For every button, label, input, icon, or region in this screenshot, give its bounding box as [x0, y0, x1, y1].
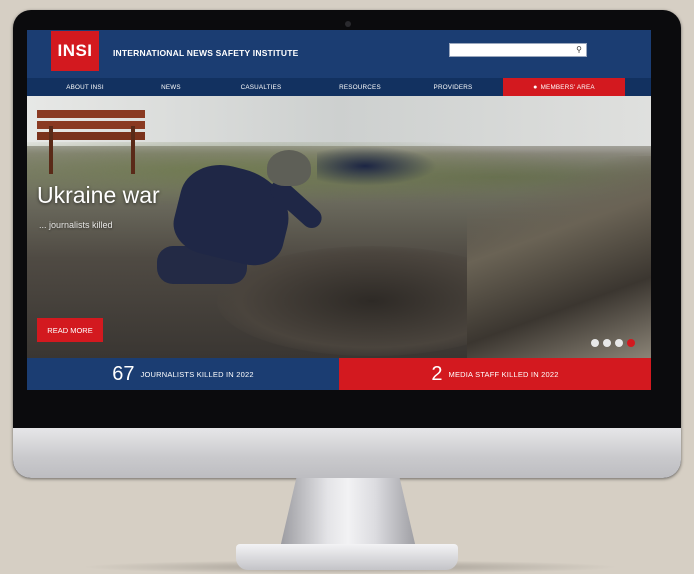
nav-providers[interactable]: PROVIDERS [409, 78, 497, 96]
person-icon: ● [533, 83, 538, 91]
nav-casualties[interactable]: CASUALTIES [211, 78, 311, 96]
stat-label: MEDIA STAFF KILLED IN 2022 [448, 369, 559, 379]
search-icon[interactable]: ⚲ [576, 45, 582, 54]
stat-label: JOURNALISTS KILLED IN 2022 [140, 369, 254, 379]
nav-about[interactable]: ABOUT INSI [39, 78, 131, 96]
hero-photo-wall [27, 96, 651, 146]
stats-bar: 67 JOURNALISTS KILLED IN 2022 2 MEDIA ST… [27, 358, 651, 390]
slider-dot[interactable] [591, 339, 599, 347]
search-box[interactable]: ⚲ [449, 43, 587, 61]
stat-number: 2 [431, 362, 443, 385]
slider-dots [591, 339, 635, 347]
hero-subtitle: ... journalists killed [39, 220, 113, 230]
camera [345, 21, 351, 27]
website-screen: INSI INTERNATIONAL NEWS SAFETY INSTITUTE… [27, 30, 651, 390]
monitor-chin [13, 428, 681, 478]
slider-dot-active[interactable] [627, 339, 635, 347]
stat-media-staff-killed[interactable]: 2 MEDIA STAFF KILLED IN 2022 [339, 358, 651, 390]
stat-journalists-killed[interactable]: 67 JOURNALISTS KILLED IN 2022 [27, 358, 339, 390]
nav-news[interactable]: NEWS [131, 78, 211, 96]
hero-photo-bench-leg [49, 126, 53, 174]
monitor-stand [280, 478, 416, 548]
nav-members-area[interactable]: ● MEMBERS' AREA [503, 78, 625, 96]
hero-photo-debris [317, 146, 437, 186]
hero-slider[interactable]: Ukraine war ... journalists killed READ … [27, 96, 651, 358]
search-input[interactable] [450, 48, 574, 61]
read-more-button[interactable]: READ MORE [37, 318, 103, 342]
hero-photo-bench-leg [131, 126, 135, 174]
main-nav: ABOUT INSI NEWS CASUALTIES RESOURCES PRO… [27, 78, 651, 96]
slider-dot[interactable] [603, 339, 611, 347]
hero-photo-helmet [267, 150, 311, 186]
slider-dot[interactable] [615, 339, 623, 347]
nav-members-label: MEMBERS' AREA [540, 83, 595, 91]
hero-title[interactable]: Ukraine war [37, 182, 160, 209]
stat-number: 67 [112, 362, 135, 385]
nav-resources[interactable]: RESOURCES [311, 78, 409, 96]
hero-photo-rubble [467, 156, 651, 358]
hero-photo-bench [37, 110, 145, 118]
monitor-base [236, 544, 458, 570]
insi-logo[interactable]: INSI [51, 31, 99, 71]
site-header: INSI INTERNATIONAL NEWS SAFETY INSTITUTE… [27, 30, 651, 78]
site-name: INTERNATIONAL NEWS SAFETY INSTITUTE [113, 48, 299, 58]
